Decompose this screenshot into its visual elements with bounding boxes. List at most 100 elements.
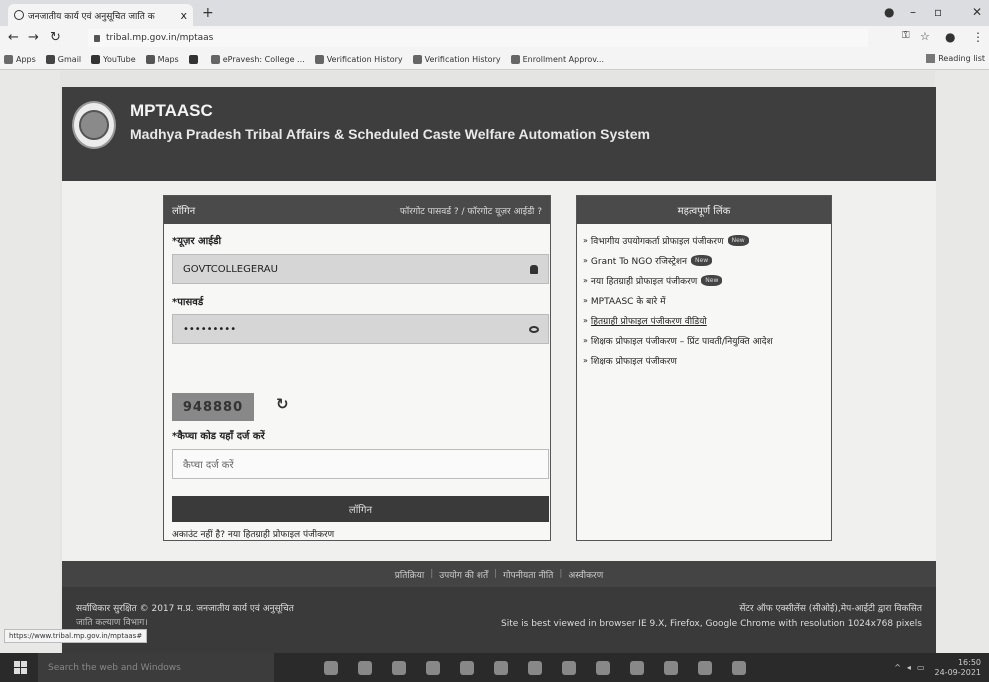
emblem-logo xyxy=(72,101,116,149)
status-bar-url: https://www.tribal.mp.gov.in/mptaas# xyxy=(4,629,148,643)
app-icon-8[interactable] xyxy=(562,660,576,675)
chevron-right-icon: » xyxy=(583,356,588,365)
page-margin-right xyxy=(935,71,989,653)
new-badge: New xyxy=(691,255,713,266)
tab-close-icon[interactable]: x xyxy=(180,9,187,22)
bookmark-item[interactable] xyxy=(188,55,201,64)
captcha-input[interactable]: कैप्चा दर्ज करें xyxy=(172,449,549,479)
bookmark-label: Apps xyxy=(16,55,36,64)
copyright-text: सर्वाधिकार सुरक्षित © 2017 म.प्र. जनजाती… xyxy=(76,604,294,614)
important-link-label: Grant To NGO रजिस्ट्रेशन xyxy=(590,257,688,267)
bookmark-label: Verification History xyxy=(326,55,403,64)
bookmark-icon xyxy=(210,55,220,64)
reading-list-icon xyxy=(926,54,936,63)
bookmark-star-icon[interactable]: ☆ xyxy=(920,30,930,43)
bookmark-label: Enrollment Approv... xyxy=(522,55,605,64)
important-link-item[interactable]: » हितग्राही प्रोफाइल पंजीकरण वीडियो xyxy=(583,314,825,327)
forward-icon[interactable]: → xyxy=(28,30,39,45)
reading-list-button[interactable]: Reading list xyxy=(926,54,985,63)
app-icon-10[interactable] xyxy=(630,660,644,675)
chevron-right-icon: » xyxy=(583,256,588,265)
reload-icon[interactable]: ↻ xyxy=(50,30,61,45)
windows-start-icon[interactable] xyxy=(8,656,32,680)
captcha-image: 948880 xyxy=(172,393,254,421)
show-password-eye-icon[interactable] xyxy=(529,326,539,333)
edge-icon[interactable] xyxy=(358,660,372,675)
footer-nav-link[interactable]: उपयोग की शर्तें xyxy=(439,568,488,581)
captcha-placeholder: कैप्चा दर्ज करें xyxy=(183,460,234,471)
bookmark-label: Gmail xyxy=(57,55,82,64)
forgot-links[interactable]: फॉरगोट पासवर्ड ? / फॉरगोट यूज़र आईडी ? xyxy=(400,204,542,217)
notification-icon[interactable]: ▭ xyxy=(917,663,925,672)
profile-circle-icon[interactable]: ● xyxy=(884,5,894,19)
taskbar-search-input[interactable]: Search the web and Windows xyxy=(38,653,274,682)
important-link-item[interactable]: » शिक्षक प्रोफाइल पंजीकरण xyxy=(583,354,825,367)
bookmark-label: YouTube xyxy=(103,55,136,64)
menu-kebab-icon[interactable]: ⋮ xyxy=(972,30,984,44)
app-icon-13[interactable] xyxy=(732,660,746,675)
clock-date: 24-09-2021 xyxy=(934,667,982,677)
key-icon[interactable]: ⚿ xyxy=(902,30,910,41)
bookmark-label: Verification History xyxy=(424,55,501,64)
important-link-item[interactable]: » शिक्षक प्रोफाइल पंजीकरण – प्रिंट पावती/… xyxy=(583,334,825,347)
password-input[interactable]: ••••••••• xyxy=(172,314,549,344)
footer-separator: | xyxy=(559,569,563,579)
bookmark-icon xyxy=(412,55,422,64)
browser-toolbar: ← → ↻ tribal.mp.gov.in/mptaas ⚿ ☆ ● ⋮ xyxy=(0,26,989,50)
browser-tab[interactable]: जनजातीय कार्य एवं अनुसूचित जाति क x xyxy=(8,4,193,26)
bookmark-label: Maps xyxy=(157,55,179,64)
user-id-input[interactable]: GOVTCOLLEGERAU xyxy=(172,254,549,284)
captcha-refresh-icon[interactable]: ↻ xyxy=(276,395,289,413)
ie-icon[interactable] xyxy=(494,660,508,675)
store-icon[interactable] xyxy=(426,660,440,675)
close-window-icon[interactable]: ✕ xyxy=(972,5,982,19)
clock[interactable]: 16:50 24-09-2021 xyxy=(935,658,982,678)
important-link-item[interactable]: » नया हितग्राही प्रोफाइल पंजीकरण New xyxy=(583,274,825,287)
bookmark-icon xyxy=(45,55,55,64)
footer-nav-link[interactable]: गोपनीयता नीति xyxy=(503,568,553,581)
important-link-label: हितग्राही प्रोफाइल पंजीकरण वीडियो xyxy=(590,317,707,327)
important-link-label: MPTAASC के बारे में xyxy=(590,297,666,307)
chrome-icon[interactable] xyxy=(664,660,678,675)
bookmark-item[interactable]: Enrollment Approv... xyxy=(510,55,605,64)
volume-icon[interactable]: ◂ xyxy=(907,663,911,672)
back-icon[interactable]: ← xyxy=(8,30,19,45)
app-icon-12[interactable] xyxy=(698,660,712,675)
footer-nav-link[interactable]: अस्वीकरण xyxy=(568,568,603,581)
address-bar[interactable]: tribal.mp.gov.in/mptaas xyxy=(88,29,868,47)
login-button[interactable]: लॉगिन xyxy=(172,496,549,522)
bookmark-item[interactable]: YouTube xyxy=(91,55,136,64)
password-value: ••••••••• xyxy=(183,323,237,335)
bookmark-icon xyxy=(91,55,101,64)
bookmark-icon xyxy=(510,55,520,64)
register-link[interactable]: अकाउंट नहीं है? नया हितग्राही प्रोफाइल प… xyxy=(172,527,334,540)
user-id-value: GOVTCOLLEGERAU xyxy=(183,263,278,275)
password-label: *पासवर्ड xyxy=(172,297,204,308)
bookmark-item[interactable]: Maps xyxy=(145,55,179,64)
new-tab-button[interactable]: + xyxy=(202,5,214,21)
app-icon-7[interactable] xyxy=(528,660,542,675)
minimize-icon[interactable]: – xyxy=(910,5,916,19)
paint-icon[interactable] xyxy=(460,660,474,675)
profile-avatar-icon[interactable]: ● xyxy=(945,30,955,44)
bookmark-item[interactable]: Apps xyxy=(4,55,36,64)
task-view-icon[interactable] xyxy=(324,660,338,675)
bookmark-item[interactable]: ePravesh: College ... xyxy=(210,55,305,64)
tray-chevron-icon[interactable]: ^ xyxy=(894,663,901,672)
reading-list-label: Reading list xyxy=(938,54,985,63)
bookmark-item[interactable]: Gmail xyxy=(45,55,82,64)
app-icon-9[interactable] xyxy=(596,660,610,675)
bottom-footer: सर्वाधिकार सुरक्षित © 2017 म.प्र. जनजाती… xyxy=(62,587,936,653)
important-links-panel: महत्वपूर्ण लिंक » विभागीय उपयोगकर्ता प्रो… xyxy=(576,195,832,541)
file-explorer-icon[interactable] xyxy=(392,660,406,675)
important-link-item[interactable]: » Grant To NGO रजिस्ट्रेशन New xyxy=(583,254,825,267)
important-link-item[interactable]: » MPTAASC के बारे में xyxy=(583,294,825,307)
chevron-right-icon: » xyxy=(583,316,588,325)
links-title: महत्वपूर्ण लिंक xyxy=(677,206,731,217)
developer-credit: सेंटर ऑफ एक्सीलेंस (सीओई),मेप-आईटी द्वार… xyxy=(739,604,922,614)
important-link-item[interactable]: » विभागीय उपयोगकर्ता प्रोफाइल पंजीकरण New xyxy=(583,234,825,247)
footer-nav-link[interactable]: प्रतिक्रिया xyxy=(395,568,424,581)
maximize-icon[interactable]: ▫ xyxy=(934,5,942,19)
bookmark-item[interactable]: Verification History xyxy=(314,55,403,64)
bookmark-item[interactable]: Verification History xyxy=(412,55,501,64)
